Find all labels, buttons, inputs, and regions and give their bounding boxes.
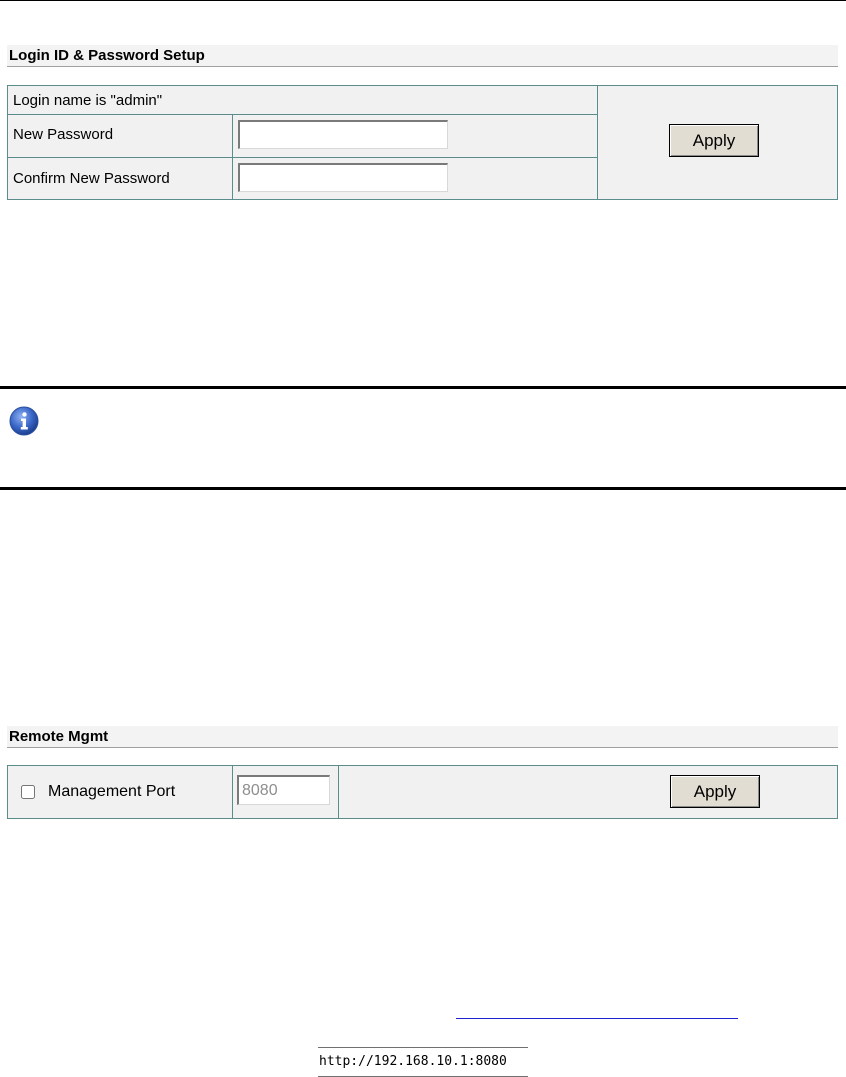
remote-mgmt-panel: Management Port Apply xyxy=(7,765,838,819)
column-divider xyxy=(232,114,233,199)
link-underline[interactable] xyxy=(456,1018,738,1019)
column-divider xyxy=(338,766,339,818)
column-divider xyxy=(232,766,233,818)
management-port-label: Management Port xyxy=(48,783,176,800)
info-icon xyxy=(9,406,39,436)
confirm-password-field[interactable] xyxy=(238,163,448,192)
panel-divider xyxy=(597,86,598,199)
row-divider xyxy=(8,114,597,115)
login-setup-title: Login ID & Password Setup xyxy=(7,45,838,67)
new-password-label: New Password xyxy=(13,126,114,143)
login-apply-button[interactable]: Apply xyxy=(669,124,759,157)
row-divider xyxy=(8,157,597,158)
confirm-password-label: Confirm New Password xyxy=(13,170,170,187)
note-bottom-rule xyxy=(0,487,846,490)
remote-apply-button[interactable]: Apply xyxy=(670,775,760,808)
management-port-input[interactable] xyxy=(237,775,330,805)
remote-mgmt-title: Remote Mgmt xyxy=(7,726,838,748)
login-setup-panel: Login name is "admin" New Password Confi… xyxy=(7,85,838,200)
url-example: http://192.168.10.1:8080 xyxy=(318,1047,528,1077)
note-top-rule xyxy=(0,386,846,389)
login-name-text: Login name is "admin" xyxy=(13,92,163,109)
new-password-field[interactable] xyxy=(238,120,448,149)
management-port-checkbox[interactable] xyxy=(21,785,35,799)
top-rule xyxy=(0,0,846,1)
